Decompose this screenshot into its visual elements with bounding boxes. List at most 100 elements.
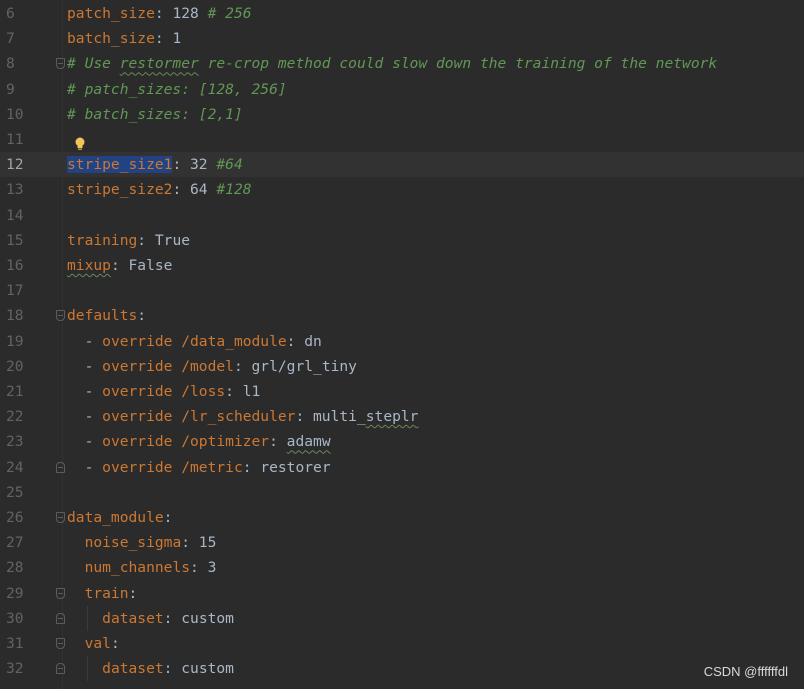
- line-number: 12: [6, 156, 24, 174]
- line-code[interactable]: stripe_size2: 64 #128: [67, 177, 252, 202]
- code-line-11[interactable]: 11: [0, 127, 804, 152]
- fold-toggle-icon[interactable]: [56, 310, 65, 322]
- code-token: noise_sigma: [84, 534, 182, 552]
- line-code[interactable]: stripe_size1: 32 #64: [67, 152, 243, 177]
- code-line-22[interactable]: 22 - override /lr_scheduler: multi_stepl…: [0, 404, 804, 429]
- code-line-19[interactable]: 19 - override /data_module: dn: [0, 329, 804, 354]
- line-code[interactable]: - override /lr_scheduler: multi_steplr: [67, 404, 419, 429]
- fold-toggle-icon[interactable]: [56, 587, 65, 599]
- code-line-25[interactable]: 25: [0, 480, 804, 505]
- line-code[interactable]: # batch_sizes: [2,1]: [67, 102, 243, 127]
- code-token: dataset: [102, 609, 164, 627]
- code-token: : True: [137, 231, 191, 249]
- line-number: 19: [6, 332, 24, 350]
- fold-toggle-icon[interactable]: [56, 638, 65, 649]
- line-code[interactable]: training: True: [67, 228, 190, 253]
- line-code[interactable]: dataset: custom: [67, 606, 234, 631]
- line-number: 32: [6, 660, 24, 678]
- code-token: override /loss: [102, 383, 226, 400]
- code-token: override /metric: [102, 458, 243, 476]
- code-line-7[interactable]: 7 batch_size: 1: [0, 26, 804, 51]
- code-token: # patch_sizes: [128, 256]: [67, 80, 287, 98]
- line-code[interactable]: batch_size: 1: [67, 26, 181, 51]
- code-token: : 15: [181, 534, 217, 552]
- lightbulb-icon[interactable]: [74, 136, 86, 152]
- code-line-6[interactable]: 6 patch_size: 128 # 256: [0, 1, 804, 26]
- line-number: 29: [6, 584, 24, 602]
- code-line-28[interactable]: 28 num_channels: 3: [0, 555, 804, 580]
- code-token: -: [67, 458, 103, 476]
- line-number: 8: [6, 55, 15, 73]
- fold-toggle-icon[interactable]: [56, 512, 65, 523]
- fold-toggle-icon[interactable]: [56, 461, 65, 473]
- line-code[interactable]: - override /metric: restorer: [67, 455, 331, 480]
- code-line-13[interactable]: 13 stripe_size2: 64 #128: [0, 177, 804, 202]
- line-code[interactable]: - override /loss: l1: [67, 379, 261, 404]
- code-token: training: [67, 231, 138, 249]
- code-line-20[interactable]: 20 - override /model: grl/grl_tiny: [0, 354, 804, 379]
- code-token: train: [84, 584, 129, 602]
- fold-toggle-icon[interactable]: [56, 58, 65, 70]
- code-token: -: [67, 383, 103, 400]
- code-token: defaults: [67, 307, 138, 325]
- code-token: -: [67, 357, 103, 375]
- line-number: 11: [6, 131, 24, 148]
- code-line-15[interactable]: 15 training: True: [0, 228, 804, 253]
- line-code[interactable]: - override /optimizer: adamw: [67, 429, 331, 454]
- code-line-27[interactable]: 27 noise_sigma: 15: [0, 530, 804, 555]
- code-token: : multi_: [295, 408, 366, 426]
- line-number: 21: [6, 383, 24, 400]
- line-code[interactable]: # Use restormer re-crop method could slo…: [67, 51, 717, 76]
- code-line-17[interactable]: 17: [0, 278, 804, 303]
- fold-toggle-icon[interactable]: [56, 612, 65, 624]
- line-code[interactable]: - override /model: grl/grl_tiny: [67, 354, 357, 379]
- line-code[interactable]: defaults:: [67, 303, 146, 328]
- code-line-24[interactable]: 24 - override /metric: restorer: [0, 455, 804, 480]
- code-token: # Use: [67, 55, 120, 73]
- line-code[interactable]: # patch_sizes: [128, 256]: [67, 77, 287, 102]
- code-line-31[interactable]: 31 val:: [0, 631, 804, 656]
- line-code[interactable]: mixup: False: [67, 253, 172, 278]
- code-line-32[interactable]: 32 dataset: custom: [0, 656, 804, 681]
- line-number: 15: [6, 231, 24, 249]
- code-line-16[interactable]: 16 mixup: False: [0, 253, 804, 278]
- code-token: : 64: [172, 181, 217, 199]
- line-number: 24: [6, 458, 24, 476]
- code-line-18[interactable]: 18 defaults:: [0, 303, 804, 328]
- code-line-21[interactable]: 21 - override /loss: l1: [0, 379, 804, 404]
- code-line-30[interactable]: 30 dataset: custom: [0, 606, 804, 631]
- indent-guide: [87, 656, 88, 682]
- line-code[interactable]: patch_size: 128 # 256: [67, 1, 252, 26]
- code-editor[interactable]: 6 patch_size: 128 # 256 7 batch_size: 1 8 # U…: [0, 0, 804, 689]
- code-line-23[interactable]: 23 - override /optimizer: adamw: [0, 429, 804, 454]
- line-code[interactable]: data_module:: [67, 505, 172, 530]
- code-line-12[interactable]: 12 stripe_size1: 32 #64: [0, 152, 804, 178]
- line-code[interactable]: train:: [67, 581, 138, 606]
- code-line-10[interactable]: 10 # batch_sizes: [2,1]: [0, 102, 804, 127]
- line-number: 6: [6, 5, 15, 22]
- code-line-9[interactable]: 9 # patch_sizes: [128, 256]: [0, 77, 804, 102]
- line-code[interactable]: - override /data_module: dn: [67, 329, 322, 354]
- code-token: stripe_size1: [67, 156, 173, 174]
- line-code[interactable]: num_channels: 3: [67, 555, 217, 580]
- code-token: # batch_sizes: [2,1]: [67, 105, 243, 123]
- code-token: override /optimizer: [102, 433, 270, 451]
- code-token: -: [67, 408, 103, 426]
- line-number: 28: [6, 559, 24, 577]
- code-line-8[interactable]: 8 # Use restormer re-crop method could sl…: [0, 51, 804, 76]
- line-code[interactable]: val:: [67, 631, 120, 656]
- fold-toggle-icon[interactable]: [56, 663, 65, 675]
- code-token: -: [67, 433, 103, 451]
- code-line-26[interactable]: 26 data_module:: [0, 505, 804, 530]
- line-code[interactable]: noise_sigma: 15: [67, 530, 217, 555]
- line-code[interactable]: dataset: custom: [67, 656, 234, 681]
- code-line-14[interactable]: 14: [0, 203, 804, 228]
- code-token: # 256: [207, 5, 252, 22]
- code-line-29[interactable]: 29 train:: [0, 581, 804, 606]
- line-number: 13: [6, 181, 24, 199]
- code-token: restormer: [119, 55, 199, 73]
- line-number: 23: [6, 433, 24, 451]
